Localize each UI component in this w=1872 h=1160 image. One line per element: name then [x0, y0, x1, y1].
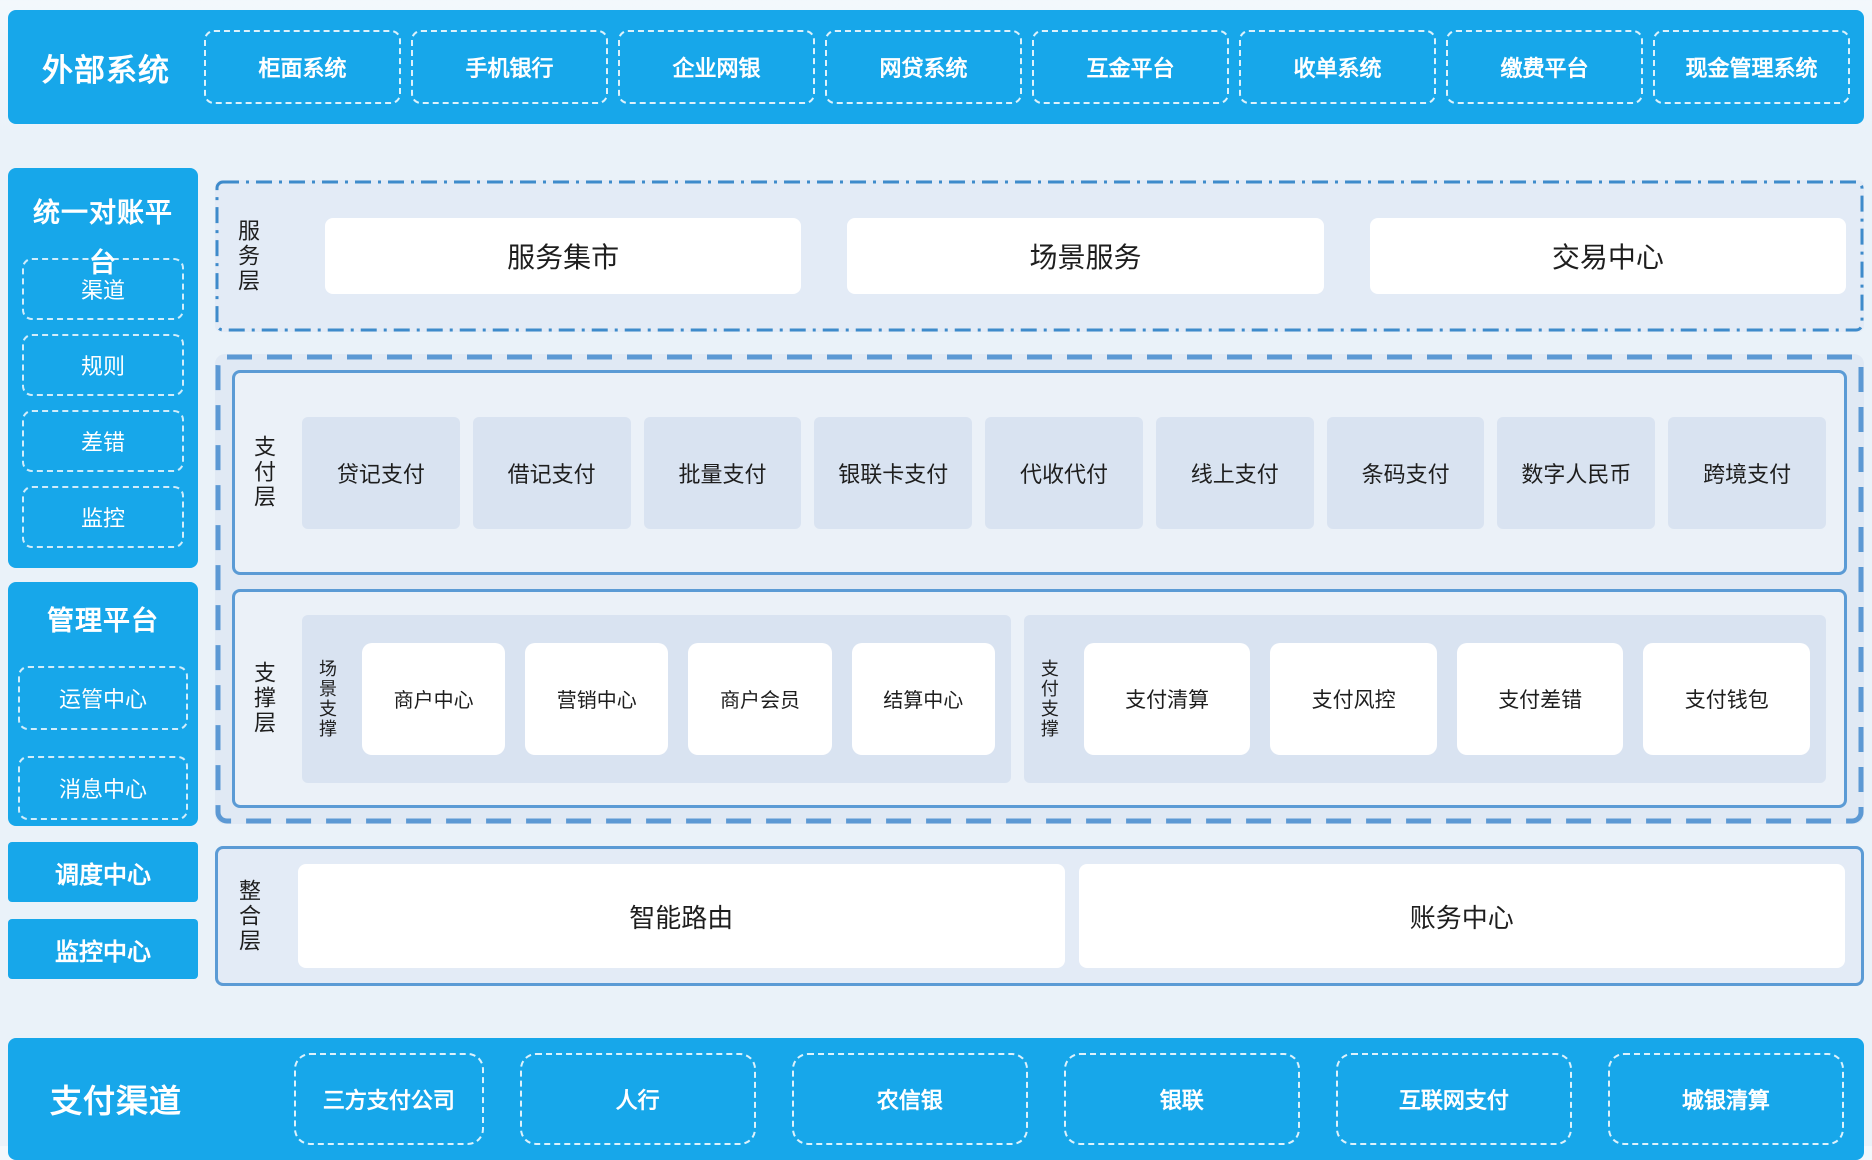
payment-node: 贷记支付 [302, 417, 460, 529]
external-system-node: 现金管理系统 [1653, 30, 1850, 104]
reconciliation-platform-title: 统一对账平台 [22, 188, 184, 244]
payment-channel-node: 城银清算 [1608, 1053, 1844, 1145]
integration-node: 智能路由 [298, 864, 1065, 968]
payment-support-node: 支付差错 [1457, 643, 1624, 755]
reconciliation-node: 渠道 [22, 258, 184, 320]
diagram-body: 统一对账平台 渠道 规则 差错 监控 管理平台 运管中心 消息中心 调度中心 监… [8, 124, 1864, 1012]
payment-node: 银联卡支付 [814, 417, 972, 529]
payment-channels-bar: 支付渠道 三方支付公司 人行 农信银 银联 互联网支付 城银清算 [8, 1038, 1864, 1160]
integration-layer-panel: 整合层 智能路由 账务中心 [215, 846, 1864, 986]
reconciliation-platform-panel: 统一对账平台 渠道 规则 差错 监控 [8, 168, 198, 568]
monitor-center-block: 监控中心 [8, 919, 198, 979]
payment-layer-label: 支付层 [247, 435, 289, 510]
scene-support-node: 商户会员 [688, 643, 831, 755]
payment-node: 数字人民币 [1497, 417, 1655, 529]
scene-support-node: 商户中心 [362, 643, 505, 755]
external-systems-title: 外部系统 [42, 45, 194, 90]
management-node: 运管中心 [18, 666, 188, 730]
service-node: 服务集市 [325, 218, 801, 294]
external-systems-bar: 外部系统 柜面系统 手机银行 企业网银 网贷系统 互金平台 收单系统 缴费平台 … [8, 10, 1864, 124]
reconciliation-node: 规则 [22, 334, 184, 396]
layered-architecture: 服务层 服务集市 场景服务 交易中心 支付层 贷记支付 借记支付 批量支付 银联… [215, 124, 1864, 1012]
service-layer-label: 服务层 [231, 219, 277, 294]
external-system-node: 企业网银 [618, 30, 815, 104]
payment-channels-title: 支付渠道 [50, 1076, 258, 1122]
payment-support-node: 支付清算 [1084, 643, 1251, 755]
payment-support-label: 支付支撑 [1036, 659, 1062, 739]
payment-support-group: 支付支撑 支付清算 支付风控 支付差错 支付钱包 [1024, 615, 1826, 783]
external-system-node: 手机银行 [411, 30, 608, 104]
scene-support-group: 场景支撑 商户中心 营销中心 商户会员 结算中心 [302, 615, 1011, 783]
payment-node: 条码支付 [1327, 417, 1485, 529]
management-node: 消息中心 [18, 756, 188, 820]
support-layer-label: 支撑层 [247, 661, 289, 736]
reconciliation-node: 监控 [22, 486, 184, 548]
payment-node: 代收代付 [985, 417, 1143, 529]
core-layers-container: 支付层 贷记支付 借记支付 批量支付 银联卡支付 代收代付 线上支付 条码支付 … [215, 354, 1864, 824]
service-layer-container: 服务层 服务集市 场景服务 交易中心 [215, 180, 1864, 332]
payment-channel-node: 互联网支付 [1336, 1053, 1572, 1145]
payment-support-node: 支付钱包 [1643, 643, 1810, 755]
dispatch-center-block: 调度中心 [8, 842, 198, 902]
management-platform-panel: 管理平台 运管中心 消息中心 [8, 582, 198, 826]
payment-node: 线上支付 [1156, 417, 1314, 529]
payment-node: 跨境支付 [1668, 417, 1826, 529]
scene-support-label: 场景支撑 [314, 659, 340, 739]
support-layer-panel: 支撑层 场景支撑 商户中心 营销中心 商户会员 结算中心 支付支撑 支付清算 支… [232, 589, 1847, 808]
scene-support-node: 营销中心 [525, 643, 668, 755]
integration-layer-label: 整合层 [232, 879, 278, 954]
scene-support-node: 结算中心 [852, 643, 995, 755]
left-platform-column: 统一对账平台 渠道 规则 差错 监控 管理平台 运管中心 消息中心 调度中心 监… [8, 124, 198, 1012]
external-system-node: 缴费平台 [1446, 30, 1643, 104]
external-system-node: 互金平台 [1032, 30, 1229, 104]
payment-support-node: 支付风控 [1270, 643, 1437, 755]
integration-node: 账务中心 [1079, 864, 1846, 968]
payment-channel-node: 人行 [520, 1053, 756, 1145]
external-system-node: 网贷系统 [825, 30, 1022, 104]
external-system-node: 柜面系统 [204, 30, 401, 104]
service-node: 交易中心 [1370, 218, 1846, 294]
payment-node: 借记支付 [473, 417, 631, 529]
management-platform-title: 管理平台 [18, 596, 188, 652]
payment-channel-node: 三方支付公司 [294, 1053, 484, 1145]
external-system-node: 收单系统 [1239, 30, 1436, 104]
payment-layer-panel: 支付层 贷记支付 借记支付 批量支付 银联卡支付 代收代付 线上支付 条码支付 … [232, 370, 1847, 575]
payment-channel-node: 农信银 [792, 1053, 1028, 1145]
reconciliation-node: 差错 [22, 410, 184, 472]
service-node: 场景服务 [847, 218, 1323, 294]
payment-channel-node: 银联 [1064, 1053, 1300, 1145]
payment-node: 批量支付 [644, 417, 802, 529]
